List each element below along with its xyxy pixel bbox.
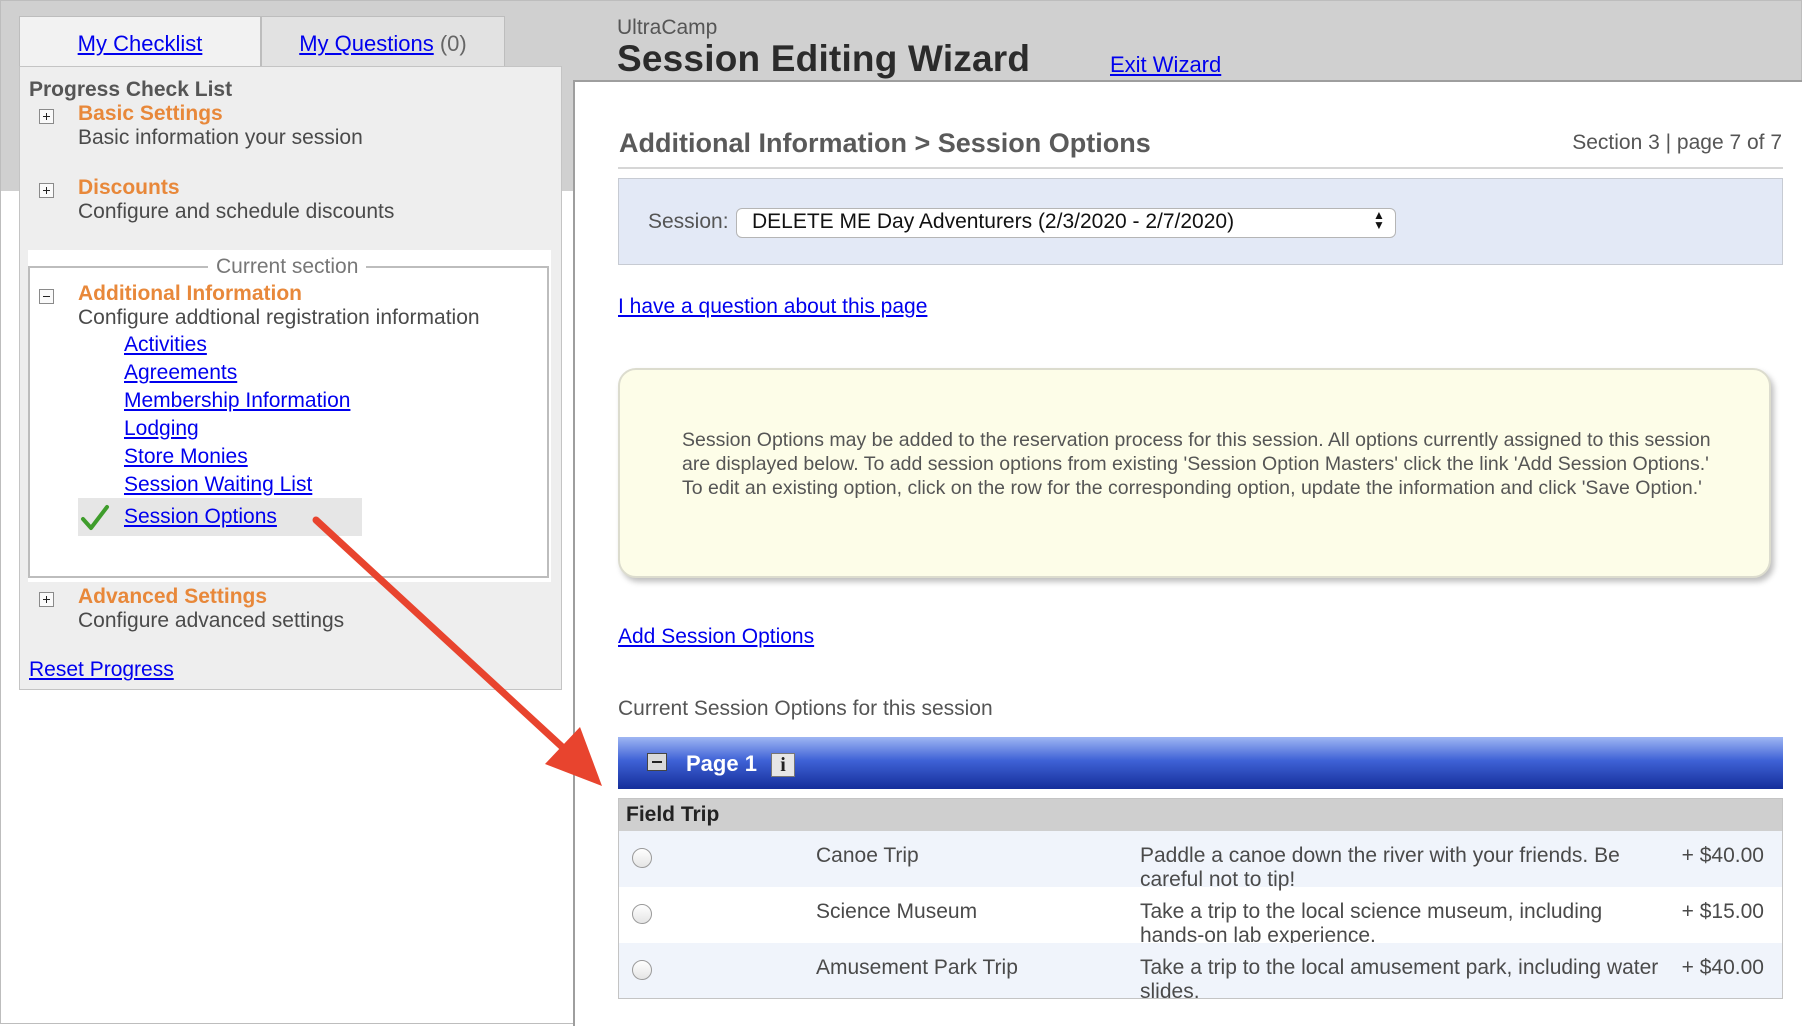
current-section-border [547, 267, 549, 578]
updown-arrows-icon[interactable]: ▲ ▼ [1373, 209, 1385, 231]
question-link[interactable]: I have a question about this page [618, 295, 927, 319]
option-description: Take a trip to the local amusement park,… [1140, 956, 1659, 1003]
info-icon[interactable]: i [771, 753, 795, 777]
sidebar-item-session-options[interactable]: Session Options [124, 505, 277, 529]
option-name: Canoe Trip [816, 844, 919, 867]
option-group-label: Field Trip [626, 803, 720, 826]
option-name: Science Museum [816, 900, 978, 923]
title-divider [618, 167, 1783, 169]
tab-my-checklist[interactable]: My Checklist [19, 16, 261, 66]
sidebar-title: Progress Check List [29, 78, 233, 101]
add-session-options-link[interactable]: Add Session Options [618, 625, 814, 649]
sidebar-item-store-monies[interactable]: Store Monies [124, 445, 248, 469]
expand-basic-settings-icon[interactable] [39, 109, 54, 124]
section-desc-advanced-settings: Configure advanced settings [78, 609, 345, 632]
sidebar-item-lodging[interactable]: Lodging [124, 417, 199, 441]
section-desc-discounts: Configure and schedule discounts [78, 200, 395, 223]
current-section-border [28, 267, 30, 578]
option-price: + $15.00 [1681, 900, 1764, 923]
current-options-heading: Current Session Options for this session [618, 697, 993, 720]
checkmark-icon [81, 505, 109, 530]
section-title-additional-info[interactable]: Additional Information [78, 282, 302, 306]
sidebar-item-agreements[interactable]: Agreements [124, 361, 237, 385]
page-position: Section 3 | page 7 of 7 [1572, 131, 1782, 154]
current-section-border [28, 576, 549, 578]
section-title-discounts[interactable]: Discounts [78, 176, 180, 200]
breadcrumb: Additional Information > Session Options [619, 128, 1151, 158]
brand-name: UltraCamp [617, 16, 718, 39]
section-desc-basic-settings: Basic information your session [78, 126, 363, 149]
tab-my-questions-label[interactable]: My Questions [299, 31, 434, 56]
option-name: Amusement Park Trip [816, 956, 1018, 979]
expand-discounts-icon[interactable] [39, 183, 54, 198]
section-title-basic-settings[interactable]: Basic Settings [78, 102, 223, 126]
option-price: + $40.00 [1681, 844, 1764, 867]
section-desc-additional-info: Configure addtional registration informa… [78, 306, 480, 329]
current-section-legend: Current section [208, 255, 367, 279]
session-select-value[interactable]: DELETE ME Day Adventurers (2/3/2020 - 2/… [752, 210, 1234, 234]
option-radio[interactable] [632, 960, 652, 980]
exit-wizard-link[interactable]: Exit Wizard [1110, 52, 1221, 78]
reset-progress-link[interactable]: Reset Progress [29, 658, 174, 682]
questions-count: (0) [439, 31, 467, 56]
option-price: + $40.00 [1681, 956, 1764, 979]
collapse-additional-info-icon[interactable] [39, 289, 54, 304]
wizard-title: Session Editing Wizard [617, 38, 1031, 79]
option-radio[interactable] [632, 848, 652, 868]
option-group-header [618, 798, 1783, 831]
sidebar-item-session-waiting-list[interactable]: Session Waiting List [124, 473, 312, 497]
option-radio[interactable] [632, 904, 652, 924]
page-label: Page 1 [686, 751, 757, 776]
option-description: Paddle a canoe down the river with your … [1140, 844, 1620, 891]
tab-my-questions[interactable]: My Questions (0) [261, 16, 505, 66]
collapse-page-icon[interactable] [647, 753, 667, 771]
option-description: Take a trip to the local science museum,… [1140, 900, 1603, 947]
session-label: Session: [648, 210, 729, 233]
tab-my-checklist-label[interactable]: My Checklist [78, 31, 203, 56]
info-text: Session Options may be added to the rese… [682, 429, 1711, 499]
section-title-advanced-settings[interactable]: Advanced Settings [78, 585, 267, 609]
sidebar-item-activities[interactable]: Activities [124, 333, 207, 357]
expand-advanced-settings-icon[interactable] [39, 592, 54, 607]
sidebar-item-membership-information[interactable]: Membership Information [124, 389, 350, 413]
